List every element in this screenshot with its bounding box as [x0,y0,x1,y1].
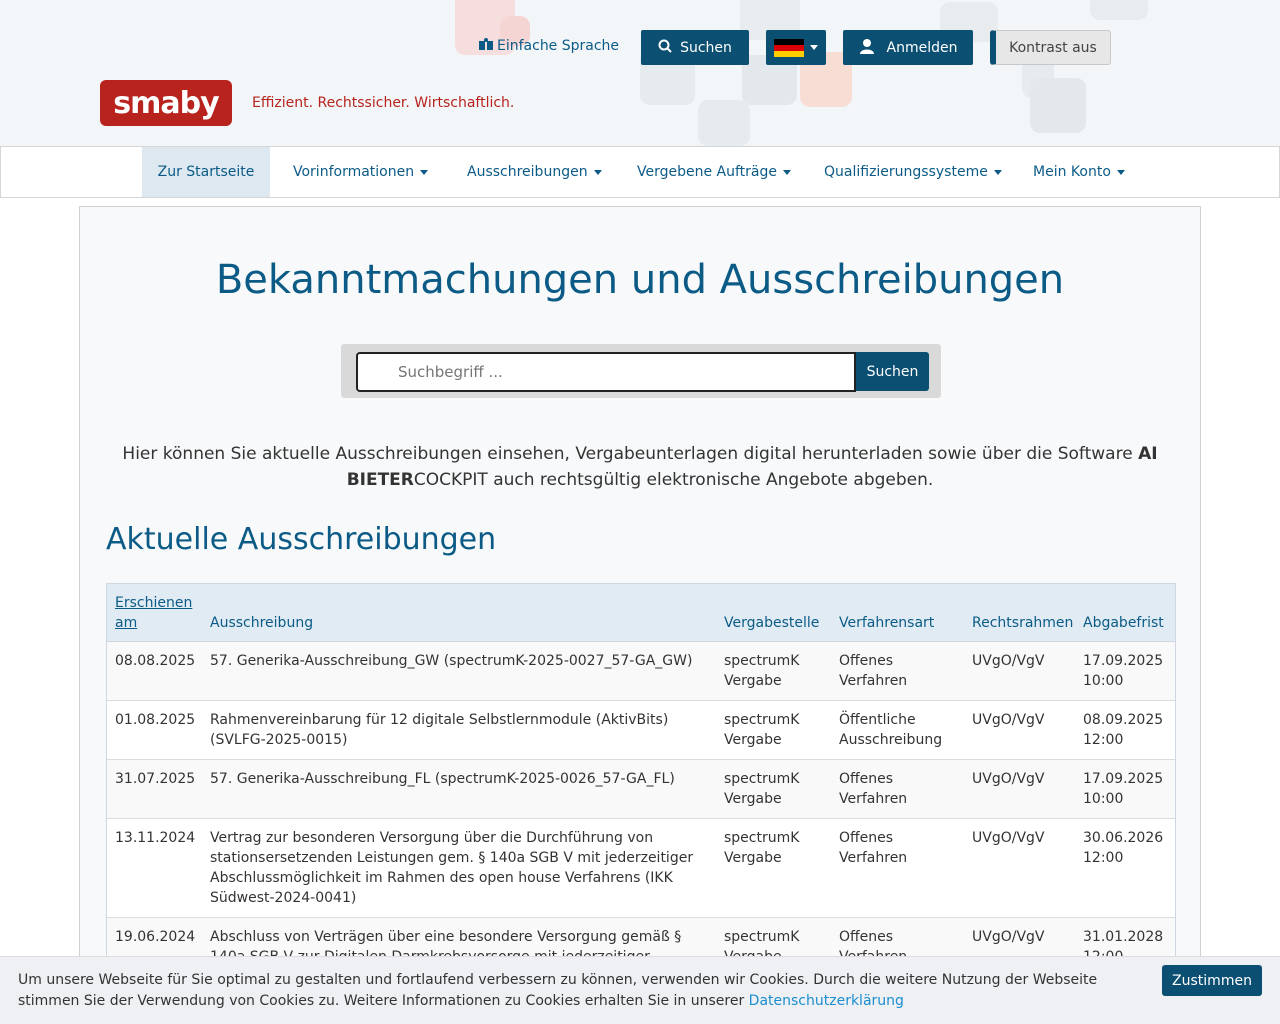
section-title: Aktuelle Ausschreibungen [106,522,497,557]
cell-title[interactable]: Rahmenvereinbarung für 12 digitale Selbs… [202,701,716,759]
caret-down-icon [993,169,1002,175]
cell-date: 08.08.2025 [115,653,196,669]
table-row[interactable]: 08.08.2025 57. Generika-Ausschreibung_GW… [107,642,1175,701]
column-header-erschienen[interactable]: Erschienen am [107,584,202,641]
cell-procedure: Öffentliche Ausschreibung [839,712,943,748]
cell-deadline: 08.09.2025 12:00 [1083,712,1164,748]
caret-down-icon [783,169,792,175]
cell-date: 13.11.2024 [115,830,196,846]
intro-text-part2: COCKPIT auch rechtsgültig elektronische … [413,470,934,490]
login-button[interactable]: Anmelden [843,30,973,65]
user-icon [859,38,875,58]
cell-deadline: 30.06.2026 12:00 [1083,830,1164,866]
cookie-message: Um unsere Webseite für Sie optimal zu ge… [18,972,1098,1009]
login-label: Anmelden [886,39,958,56]
tagline: Effizient. Rechtssicher. Wirtschaftlich. [252,95,515,111]
table-row[interactable]: 31.07.2025 57. Generika-Ausschreibung_FL… [107,760,1175,819]
nav-item-label: Qualifizierungssysteme [824,164,988,180]
table-body: 08.08.2025 57. Generika-Ausschreibung_GW… [107,642,1175,977]
nav-item-vorinformationen[interactable]: Vorinformationen [293,147,429,197]
nav-item-startseite[interactable]: Zur Startseite [142,147,270,197]
cell-date: 31.07.2025 [115,771,196,787]
intro-text-part1: Hier können Sie aktuelle Ausschreibungen… [122,444,1139,464]
column-header-verfahrensart: Verfahrensart [839,615,935,631]
nav-item-ausschreibungen[interactable]: Ausschreibungen [467,147,602,197]
cell-legal-framework: UVgO/VgV [972,712,1045,728]
nav-item-label: Mein Konto [1033,164,1111,180]
easy-language-link[interactable]: Einfache Sprache [479,38,619,54]
cookie-text: Um unsere Webseite für Sie optimal zu ge… [18,970,1148,1012]
table-row[interactable]: 01.08.2025 Rahmenvereinbarung für 12 dig… [107,701,1175,760]
cell-title[interactable]: 57. Generika-Ausschreibung_GW (spectrumK… [202,642,716,700]
tenders-table: Erschienen am Ausschreibung Vergabestell… [106,583,1176,978]
nav-item-vergebene-auftraege[interactable]: Vergebene Aufträge [637,147,792,197]
nav-item-label: Zur Startseite [157,164,255,180]
header-search-button[interactable]: Suchen [641,30,749,65]
table-header: Erschienen am Ausschreibung Vergabestell… [107,584,1175,642]
column-header-ausschreibung: Ausschreibung [210,615,314,631]
cell-authority: spectrumK Vergabe [724,830,800,866]
smaby-logo[interactable]: smaby [100,80,232,126]
contrast-toggle[interactable]: Kontrast aus [990,30,1111,65]
cell-legal-framework: UVgO/VgV [972,653,1045,669]
cell-procedure: Offenes Verfahren [839,830,908,866]
site-header: Einfache Sprache Suchen Anmelden Kontras… [0,0,1280,146]
nav-item-label: Ausschreibungen [467,164,588,180]
main-navigation: Zur Startseite Vorinformationen Ausschre… [0,146,1280,198]
chevron-down-icon [810,45,818,50]
cell-procedure: Offenes Verfahren [839,771,908,807]
cookie-accept-button[interactable]: Zustimmen [1162,965,1262,996]
privacy-policy-link[interactable]: Datenschutzerklärung [749,993,904,1009]
decor-tile [1030,78,1086,133]
nav-item-mein-konto[interactable]: Mein Konto [1033,147,1125,197]
cookie-banner: Um unsere Webseite für Sie optimal zu ge… [0,956,1280,1024]
caret-down-icon [1116,169,1125,175]
easy-language-label: Einfache Sprache [497,38,620,54]
column-header-rechtsrahmen: Rechtsrahmen [972,615,1074,631]
column-header-abgabefrist: Abgabefrist [1083,615,1164,631]
column-header-vergabestelle: Vergabestelle [724,615,820,631]
cell-authority: spectrumK Vergabe [724,712,800,748]
german-flag-icon [774,38,804,57]
cell-date: 01.08.2025 [115,712,196,728]
easy-language-icon [479,38,493,54]
language-selector[interactable] [766,30,826,65]
cell-legal-framework: UVgO/VgV [972,830,1045,846]
cell-procedure: Offenes Verfahren [839,653,908,689]
intro-text: Hier können Sie aktuelle Ausschreibungen… [120,441,1160,493]
decor-tile [1090,0,1148,20]
search-icon [658,39,672,57]
caret-down-icon [420,169,429,175]
search-input[interactable] [356,352,856,392]
page-title: Bekanntmachungen und Ausschreibungen [215,257,1065,303]
cell-authority: spectrumK Vergabe [724,653,800,689]
nav-item-label: Vergebene Aufträge [637,164,778,180]
caret-down-icon [593,169,602,175]
table-row[interactable]: 13.11.2024 Vertrag zur besonderen Versor… [107,819,1175,918]
header-search-label: Suchen [680,39,732,56]
decor-tile [698,100,750,146]
cell-title[interactable]: Vertrag zur besonderen Versorgung über d… [202,819,716,917]
main-content: Bekanntmachungen und Ausschreibungen Suc… [79,206,1201,1024]
nav-item-label: Vorinformationen [293,164,415,180]
search-submit-button[interactable]: Suchen [856,352,929,391]
cell-deadline: 17.09.2025 10:00 [1083,653,1164,689]
cell-deadline: 17.09.2025 10:00 [1083,771,1164,807]
search-box: Suchen [341,344,941,398]
cell-authority: spectrumK Vergabe [724,771,800,807]
cell-title[interactable]: 57. Generika-Ausschreibung_FL (spectrumK… [202,760,716,818]
nav-item-qualifizierungssysteme[interactable]: Qualifizierungssysteme [824,147,1002,197]
cell-legal-framework: UVgO/VgV [972,771,1045,787]
